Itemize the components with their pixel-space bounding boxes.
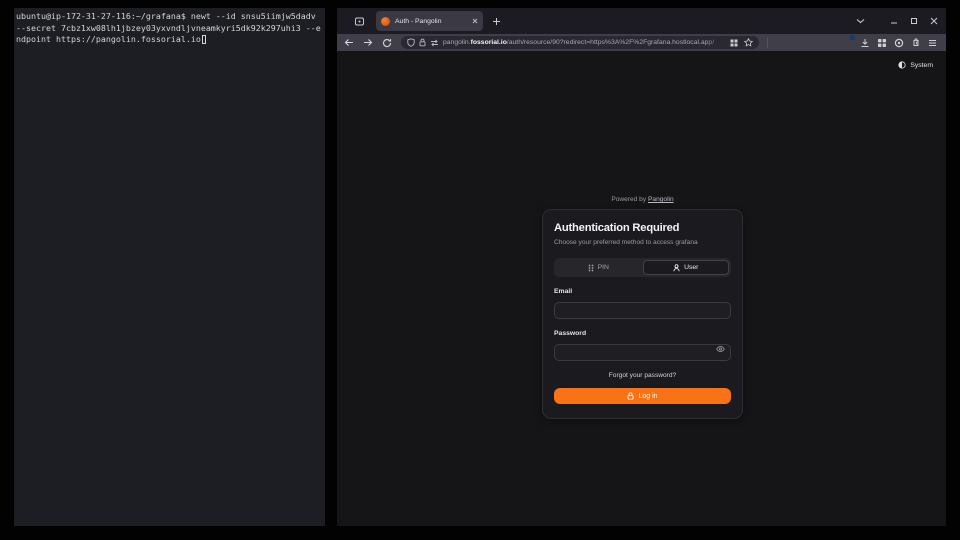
tab-pin[interactable]: PIN xyxy=(556,260,641,275)
terminal-line-text: ndpoint https://pangolin.fossorial.io xyxy=(16,34,201,44)
urlbar-right-icons xyxy=(730,38,753,47)
maximize-icon[interactable] xyxy=(907,14,921,28)
menu-icon[interactable] xyxy=(928,39,937,47)
tracking-shield-icon[interactable] xyxy=(407,38,415,47)
login-button[interactable]: Log in xyxy=(554,388,731,404)
powered-by-text: Powered by xyxy=(611,196,646,203)
tab-user[interactable]: User xyxy=(643,260,730,275)
url-text: pangolin.fossorial.io/auth/resource/90?r… xyxy=(443,39,726,46)
ublock-icon[interactable] xyxy=(842,37,853,48)
password-input-wrap xyxy=(554,341,731,361)
new-tab-icon[interactable] xyxy=(492,17,501,26)
user-icon xyxy=(673,264,680,272)
eye-icon[interactable] xyxy=(716,345,725,353)
browser-toolbar: pangolin.fossorial.io/auth/resource/90?r… xyxy=(337,34,946,51)
browser-tab-auth-pangolin[interactable]: Auth - Pangolin xyxy=(376,11,483,31)
pangolin-link[interactable]: Pangolin xyxy=(648,196,674,203)
toolbar-separator xyxy=(767,37,768,48)
desktop: { "terminal": { "lines": [ "ubuntu@ip-17… xyxy=(0,0,960,540)
minimize-icon[interactable] xyxy=(887,14,901,28)
close-window-icon[interactable] xyxy=(927,14,941,28)
window-controls xyxy=(887,14,941,28)
back-icon[interactable] xyxy=(344,38,354,47)
url-fade xyxy=(706,39,726,46)
tab-title: Auth - Pangolin xyxy=(395,18,467,25)
list-all-tabs-chevron-icon[interactable] xyxy=(856,18,865,24)
tab-pin-label: PIN xyxy=(598,264,609,271)
url-bar[interactable]: pangolin.fossorial.io/auth/resource/90?r… xyxy=(401,36,759,49)
auth-method-tabs: PIN User xyxy=(554,258,731,277)
bookmark-star-icon[interactable] xyxy=(744,38,753,47)
lock-icon[interactable] xyxy=(419,38,426,47)
browser-window: Auth - Pangolin xyxy=(337,8,946,526)
password-field[interactable] xyxy=(554,344,731,361)
browser-tab-bar: Auth - Pangolin xyxy=(337,8,946,34)
extensions-grid-icon[interactable] xyxy=(877,38,887,48)
tab-close-icon[interactable] xyxy=(472,18,478,24)
ublock-badge xyxy=(850,35,855,40)
permissions-swap-icon[interactable] xyxy=(430,39,439,47)
terminal-line: ubuntu@ip-172-31-27-116:~/grafana$ newt … xyxy=(16,11,323,23)
card-subtitle: Choose your preferred method to access g… xyxy=(554,239,731,246)
password-label: Password xyxy=(554,330,731,337)
reload-icon[interactable] xyxy=(382,38,392,48)
theme-moon-icon xyxy=(898,61,906,69)
terminal-cursor xyxy=(202,35,207,44)
auth-section: Powered by Pangolin Authentication Requi… xyxy=(542,196,743,419)
forgot-password-link[interactable]: Forgot your password? xyxy=(554,372,731,379)
puzzle-addon-icon[interactable] xyxy=(911,38,921,48)
email-label: Email xyxy=(554,288,731,295)
login-lock-icon xyxy=(627,392,634,400)
terminal-line: --secret 7cbz1xw08lh1jbzey03yxvndljvneam… xyxy=(16,23,323,35)
forward-icon[interactable] xyxy=(363,38,373,47)
download-icon[interactable] xyxy=(860,38,870,48)
login-button-label: Log in xyxy=(638,393,657,400)
terminal-window[interactable]: ubuntu@ip-172-31-27-116:~/grafana$ newt … xyxy=(14,8,325,526)
email-field[interactable] xyxy=(554,302,731,319)
powered-by: Powered by Pangolin xyxy=(542,196,743,203)
page-content: System Powered by Pangolin Authenticatio… xyxy=(337,51,946,526)
theme-selector[interactable]: System xyxy=(898,61,933,69)
tab-user-label: User xyxy=(684,264,698,271)
email-input-wrap xyxy=(554,299,731,319)
terminal-line: ndpoint https://pangolin.fossorial.io xyxy=(16,34,323,46)
urlbar-grid-icon[interactable] xyxy=(730,39,738,47)
auth-card: Authentication Required Choose your pref… xyxy=(542,209,743,419)
theme-label: System xyxy=(910,62,933,69)
pangolin-favicon-icon xyxy=(381,17,390,26)
card-title: Authentication Required xyxy=(554,222,731,234)
toolbar-right-icons xyxy=(842,37,937,48)
circle-addon-icon[interactable] xyxy=(894,38,904,48)
pin-dots-icon xyxy=(588,264,594,272)
firefox-view-icon[interactable] xyxy=(354,16,365,27)
